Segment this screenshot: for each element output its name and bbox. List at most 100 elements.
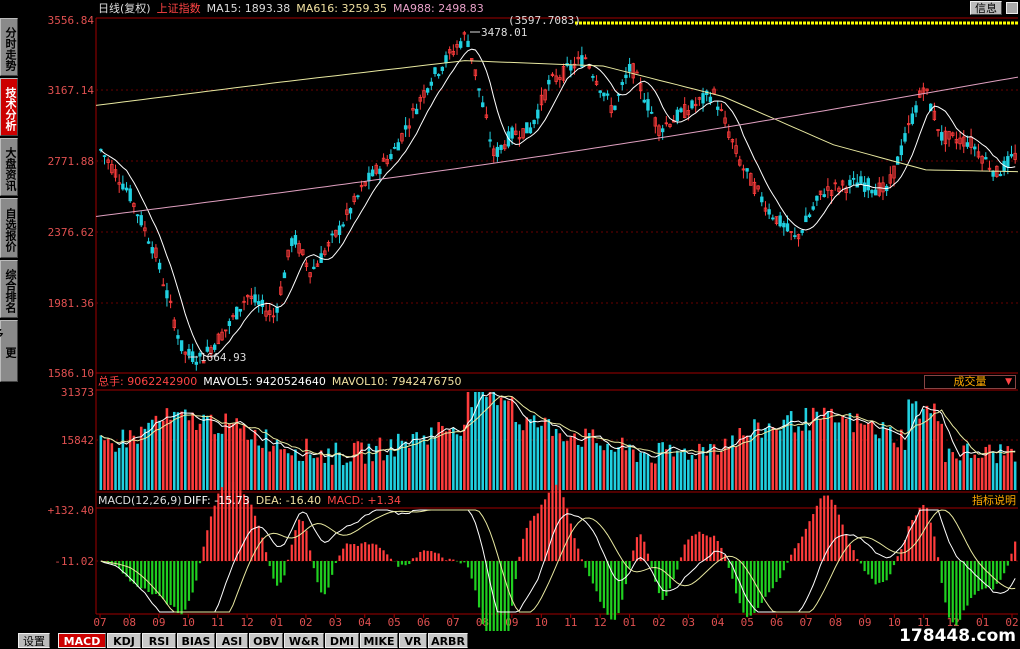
top-cut-label: (3597.7083): [508, 14, 581, 27]
volume-bar: [430, 427, 433, 490]
tab-wr[interactable]: W&R: [284, 633, 324, 648]
settings-button[interactable]: 设置: [18, 633, 50, 648]
candle-body: [124, 187, 129, 191]
volume-bar: [848, 412, 852, 490]
kline-chart-canvas[interactable]: 3556.84 3167.14 2771.88 2376.62 1981.36 1586.…: [0, 0, 1020, 649]
candle-body: [679, 108, 683, 113]
tab-rsi[interactable]: RSI: [142, 633, 176, 648]
candle-body: [128, 188, 132, 202]
volume-bar: [833, 422, 837, 490]
macd-axis-label: +132.40: [48, 504, 94, 517]
tab-asi[interactable]: ASI: [216, 633, 248, 648]
candle-body: [282, 272, 287, 279]
candle-body: [569, 64, 573, 71]
volume-bar: [786, 415, 789, 490]
volume-bar: [532, 415, 536, 490]
volume-bar: [778, 430, 782, 490]
candle-body: [135, 214, 140, 217]
volume-bar: [900, 429, 903, 490]
info-button[interactable]: 信息: [970, 1, 1002, 15]
candle-body: [598, 90, 602, 93]
tab-arbr[interactable]: ARBR: [428, 633, 468, 648]
volume-bar: [371, 461, 374, 490]
volume-bar: [889, 426, 892, 490]
tab-bias[interactable]: BIAS: [177, 633, 215, 648]
side-tab-3[interactable]: 大盘资讯: [0, 138, 18, 196]
volume-bar: [363, 463, 367, 490]
volume-bar: [466, 392, 470, 490]
volume-bar: [242, 425, 246, 490]
candle-body: [895, 156, 900, 165]
volume-bar: [474, 392, 477, 490]
volume-bar: [297, 460, 301, 490]
tab-macd[interactable]: MACD: [58, 633, 106, 648]
volume-bar: [433, 437, 437, 490]
candle-body: [212, 344, 217, 350]
candle-body: [466, 40, 470, 47]
volume-bar: [161, 420, 165, 490]
volume-bar: [650, 462, 653, 490]
side-tab-6[interactable]: 更多...: [0, 320, 18, 382]
volume-bar: [907, 399, 910, 490]
candle-body: [771, 217, 775, 220]
candle-body: [642, 99, 646, 103]
candle-body: [425, 88, 430, 93]
candle-body: [873, 189, 878, 196]
candle-body: [800, 230, 804, 233]
volume-bar: [855, 413, 859, 490]
volume-bar: [301, 460, 305, 490]
ma988-value: MA988: 2498.83: [393, 2, 484, 15]
candle-body: [499, 144, 503, 150]
volume-bar: [624, 450, 628, 490]
volume-bar: [797, 426, 800, 490]
volume-bar: [253, 429, 257, 490]
candle-body: [150, 247, 154, 254]
candle-body: [253, 294, 257, 303]
candle-body: [525, 122, 529, 134]
volume-bar: [136, 443, 139, 490]
volume-axis-label: 15842: [61, 434, 94, 447]
volume-bar: [580, 446, 584, 490]
candle-body: [370, 169, 375, 177]
window-toggle-button[interactable]: [1006, 2, 1018, 14]
volume-bar: [169, 419, 172, 490]
volume-bar: [180, 411, 183, 490]
tab-kdj[interactable]: KDJ: [107, 633, 141, 648]
candle-body: [488, 139, 492, 142]
tab-vr[interactable]: VR: [399, 633, 427, 648]
tab-dmi[interactable]: DMI: [325, 633, 359, 648]
volume-bar: [646, 454, 650, 490]
volume-bar: [426, 444, 429, 490]
volume-bar: [551, 435, 554, 490]
volume-bar: [808, 430, 811, 490]
volume-bar: [881, 422, 885, 490]
volume-bar: [734, 446, 738, 490]
volume-bar: [991, 451, 995, 490]
candle-body: [991, 170, 995, 177]
candle-body: [624, 74, 628, 79]
side-tab-4[interactable]: 自选报价: [0, 198, 18, 258]
candle-body: [785, 223, 790, 232]
volume-indicator-select[interactable]: 成交量 ▼: [924, 375, 1016, 389]
volume-bar: [628, 444, 631, 490]
volume-bar: [319, 450, 323, 490]
volume-bar: [268, 451, 272, 490]
candle-body: [649, 111, 654, 114]
volume-bar: [503, 400, 507, 490]
candle-body: [998, 173, 1003, 177]
indicator-explain-link[interactable]: 指标说明: [972, 494, 1016, 508]
side-tab-5[interactable]: 综合排名: [0, 260, 18, 318]
volume-bar: [547, 419, 551, 490]
candle-body: [984, 157, 988, 160]
volume-bar: [892, 442, 896, 490]
volume-bar: [793, 432, 797, 490]
candle-body: [605, 93, 610, 96]
period-label: 日线(复权): [98, 2, 151, 15]
volume-bar: [679, 451, 683, 490]
side-tab-1[interactable]: 分时走势: [0, 18, 18, 76]
side-tab-2[interactable]: 技术分析: [0, 78, 18, 136]
chevron-down-icon: ▼: [1005, 377, 1012, 387]
tab-mike[interactable]: MIKE: [360, 633, 398, 648]
volume-bar: [499, 397, 503, 490]
tab-obv[interactable]: OBV: [249, 633, 283, 648]
